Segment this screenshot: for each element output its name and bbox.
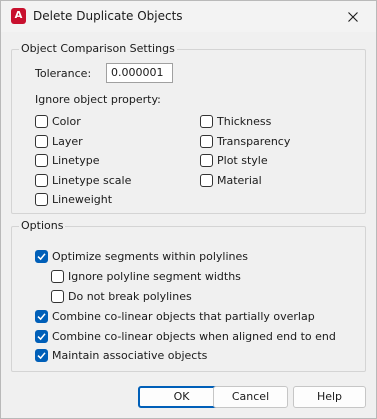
checkbox-box[interactable] <box>35 134 48 148</box>
checkbox-box[interactable] <box>51 289 64 303</box>
checkbox-label: Lineweight <box>52 192 113 206</box>
checkbox-label: Plot style <box>217 153 268 167</box>
checkbox-combine-end-to-end[interactable]: Combine co-linear objects when aligned e… <box>35 328 336 344</box>
checkbox-box-checked[interactable] <box>35 348 48 362</box>
checkbox-label: Transparency <box>217 134 291 148</box>
checkbox-box[interactable] <box>35 114 48 128</box>
ok-button[interactable]: OK <box>138 386 225 408</box>
checkmark-icon <box>37 332 46 340</box>
checkmark-icon <box>37 351 46 359</box>
checkbox-maintain-associative[interactable]: Maintain associative objects <box>35 347 207 363</box>
ignore-property-label: Ignore object property: <box>35 93 161 106</box>
checkbox-label: Combine co-linear objects that partially… <box>52 309 315 323</box>
checkbox-box[interactable] <box>200 114 213 128</box>
options-legend: Options <box>19 219 66 232</box>
checkmark-icon <box>37 252 46 260</box>
checkbox-label: Ignore polyline segment widths <box>68 269 241 283</box>
checkbox-ignore-segment-widths[interactable]: Ignore polyline segment widths <box>51 268 241 284</box>
checkbox-label: Linetype <box>52 153 100 167</box>
checkbox-label: Do not break polylines <box>68 289 192 303</box>
checkbox-box[interactable] <box>200 134 213 148</box>
comparison-settings-legend: Object Comparison Settings <box>19 42 177 55</box>
checkbox-linetype-scale[interactable]: Linetype scale <box>35 172 131 188</box>
checkbox-plot-style[interactable]: Plot style <box>200 152 268 168</box>
app-logo-icon: A <box>11 8 26 24</box>
checkbox-box-checked[interactable] <box>35 309 48 323</box>
checkbox-box[interactable] <box>200 173 213 187</box>
checkbox-label: Color <box>52 114 81 128</box>
tolerance-input[interactable]: 0.000001 <box>106 63 173 83</box>
delete-duplicates-dialog: A Delete Duplicate Objects Object Compar… <box>0 0 377 419</box>
checkbox-linetype[interactable]: Linetype <box>35 152 100 168</box>
checkbox-box-checked[interactable] <box>35 249 48 263</box>
checkbox-lineweight[interactable]: Lineweight <box>35 191 112 207</box>
checkbox-box-checked[interactable] <box>35 329 48 343</box>
checkbox-label: Optimize segments within polylines <box>52 249 249 263</box>
checkbox-label: Combine co-linear objects when aligned e… <box>52 329 336 343</box>
checkbox-layer[interactable]: Layer <box>35 133 83 149</box>
checkbox-do-not-break[interactable]: Do not break polylines <box>51 288 192 304</box>
checkbox-label: Maintain associative objects <box>52 348 208 362</box>
close-icon <box>348 11 358 22</box>
checkbox-box[interactable] <box>35 173 48 187</box>
checkmark-icon <box>37 312 46 320</box>
checkbox-color[interactable]: Color <box>35 113 81 129</box>
cancel-button[interactable]: Cancel <box>213 386 288 408</box>
dialog-title: Delete Duplicate Objects <box>33 9 183 23</box>
checkbox-label: Layer <box>52 134 83 148</box>
checkbox-box[interactable] <box>35 192 48 206</box>
checkbox-box[interactable] <box>35 153 48 167</box>
checkbox-optimize-segments[interactable]: Optimize segments within polylines <box>35 248 248 264</box>
checkbox-material[interactable]: Material <box>200 172 262 188</box>
help-button[interactable]: Help <box>293 386 366 408</box>
checkbox-box[interactable] <box>51 269 64 283</box>
checkbox-label: Linetype scale <box>52 173 132 187</box>
checkbox-label: Thickness <box>217 114 272 128</box>
tolerance-label: Tolerance: <box>35 67 92 80</box>
checkbox-thickness[interactable]: Thickness <box>200 113 271 129</box>
checkbox-label: Material <box>217 173 262 187</box>
close-button[interactable] <box>330 1 376 32</box>
title-bar[interactable]: A Delete Duplicate Objects <box>1 1 376 32</box>
checkbox-box[interactable] <box>200 153 213 167</box>
checkbox-transparency[interactable]: Transparency <box>200 133 290 149</box>
checkbox-combine-overlap[interactable]: Combine co-linear objects that partially… <box>35 308 315 324</box>
